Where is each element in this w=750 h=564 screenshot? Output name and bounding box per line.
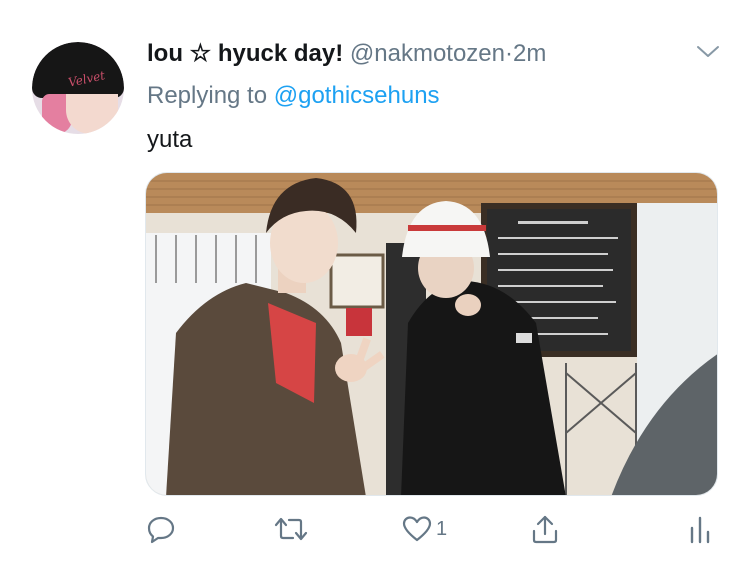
like-count: 1 [436,517,448,540]
chevron-down-icon[interactable] [696,44,720,60]
analytics-icon [690,516,710,544]
like-button[interactable]: 1 [402,512,447,546]
replying-to: Replying to @gothicsehuns [147,80,440,112]
reply-target-link[interactable]: @gothicsehuns [274,82,440,109]
photo-person-right-hand [455,294,481,316]
photo-frame [329,253,385,309]
tweet-text: yuta [147,126,193,153]
reply-icon [147,516,175,544]
heart-icon [402,516,432,542]
user-handle[interactable]: @nakmotozen [350,40,505,67]
photo-scene [146,173,717,495]
separator-dot: · [505,40,513,67]
share-button[interactable] [530,512,560,546]
analytics-button[interactable] [688,512,712,546]
timestamp[interactable]: 2m [513,40,546,67]
photo-sign [346,308,372,336]
reply-prefix: Replying to [147,82,268,109]
retweet-icon [274,517,308,541]
display-name[interactable]: lou ☆ hyuck day! [147,40,343,67]
photo-person-right-hat-band [408,225,486,231]
share-icon [532,515,558,544]
tweet-photo[interactable] [145,172,718,496]
avatar[interactable]: Velvet [32,42,124,134]
reply-button[interactable] [146,512,176,546]
photo-person-right-logo [516,333,532,343]
tweet-header: lou ☆ hyuck day! @nakmotozen·2m [147,38,546,70]
tweet-actions: 1 [0,504,750,554]
avatar-beanie [32,42,124,98]
avatar-face [66,94,118,134]
retweet-button[interactable] [273,512,309,546]
tweet[interactable]: Velvet lou ☆ hyuck day! @nakmotozen·2m R… [0,0,750,564]
